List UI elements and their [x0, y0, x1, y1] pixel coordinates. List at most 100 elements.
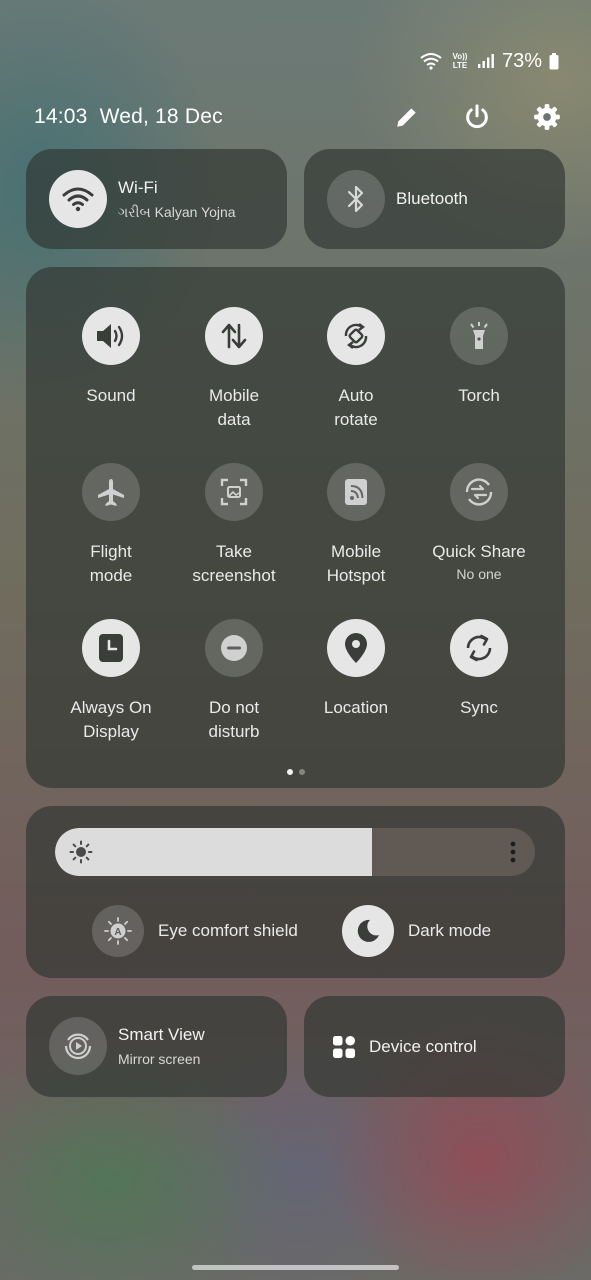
hotspot-icon — [345, 479, 367, 505]
smart-view-sublabel: Mirror screen — [118, 1051, 201, 1067]
dark-mode-button[interactable] — [342, 905, 394, 957]
sound-icon — [97, 324, 124, 348]
do-not-disturb-icon — [221, 635, 247, 661]
pencil-icon — [397, 108, 416, 127]
torch-icon — [470, 322, 488, 349]
tile-label: Mobile data — [208, 386, 260, 429]
tile-label: Sound — [86, 386, 136, 405]
smart-view-label: Smart View — [118, 1025, 205, 1044]
tile-auto-rotate[interactable]: Auto rotate — [296, 307, 416, 432]
tile-flight-mode[interactable]: Flight mode — [51, 463, 171, 588]
dark-mode-label: Dark mode — [408, 921, 492, 940]
smart-view-card[interactable]: Smart View Mirror screen — [26, 996, 287, 1097]
date-text: Wed, 18 Dec — [99, 105, 223, 128]
panel-header: 14:03 Wed, 18 Dec — [34, 101, 561, 133]
sync-toggle[interactable] — [450, 619, 508, 677]
always-on-display-toggle[interactable] — [82, 619, 140, 677]
device-control-label: Device control — [369, 1036, 477, 1056]
wifi-network-name: ગરીબ Kalyan Yojna — [118, 203, 236, 220]
bluetooth-toggle-button[interactable] — [327, 170, 385, 228]
tile-location[interactable]: Location — [296, 619, 416, 720]
location-icon — [345, 633, 367, 663]
quick-settings-grid: Sound Mobile data Auto rotate Torch Flig… — [26, 267, 565, 788]
mobile-data-toggle[interactable] — [205, 307, 263, 365]
page-dot[interactable] — [298, 769, 305, 775]
tile-sublabel: No one — [456, 566, 502, 582]
location-toggle[interactable] — [327, 619, 385, 677]
tile-label: Do not disturb — [208, 698, 260, 741]
device-control-icon — [333, 1035, 355, 1058]
torch-toggle[interactable] — [450, 307, 508, 365]
quick-share-icon — [465, 478, 493, 506]
bluetooth-icon — [347, 185, 364, 213]
wifi-label: Wi-Fi — [118, 177, 158, 197]
brightness-sun-icon — [69, 840, 93, 864]
tile-label: Mobile Hotspot — [326, 542, 386, 585]
date-time: 14:03 Wed, 18 Dec — [34, 105, 223, 129]
tile-label: Sync — [460, 698, 498, 717]
tile-sync[interactable]: Sync — [419, 619, 539, 720]
tile-take-screenshot[interactable]: Take screenshot — [174, 463, 294, 588]
sync-icon — [466, 634, 492, 662]
page-dot-active[interactable] — [286, 769, 293, 775]
mobile-hotspot-toggle[interactable] — [327, 463, 385, 521]
home-indicator[interactable] — [192, 1265, 399, 1270]
tile-label: Always On Display — [70, 698, 152, 741]
signal-icon — [477, 54, 494, 68]
tile-label: Flight mode — [89, 542, 133, 585]
do-not-disturb-toggle[interactable] — [205, 619, 263, 677]
tile-label: Location — [323, 698, 389, 717]
airplane-icon — [98, 479, 124, 506]
auto-rotate-toggle[interactable] — [327, 307, 385, 365]
smart-view-button[interactable] — [49, 1017, 107, 1075]
screenshot-icon — [220, 478, 248, 506]
clock-time: 14:03 — [34, 105, 88, 128]
battery-icon — [549, 52, 559, 69]
power-button[interactable] — [463, 103, 491, 131]
flight-mode-toggle[interactable] — [82, 463, 140, 521]
page-indicator — [26, 769, 565, 775]
more-options-icon[interactable] — [509, 840, 517, 864]
brightness-slider[interactable] — [55, 828, 535, 876]
tile-torch[interactable]: Torch — [419, 307, 539, 408]
tile-label: Quick Share — [432, 542, 526, 561]
status-bar: Vo)) LTE 73% — [419, 46, 559, 76]
settings-button[interactable] — [533, 103, 561, 131]
svg-text:A: A — [114, 927, 121, 938]
bluetooth-toggle-card[interactable]: Bluetooth — [304, 149, 565, 249]
volte-icon: Vo)) LTE — [452, 52, 468, 70]
eye-comfort-icon: A — [104, 917, 132, 945]
tile-quick-share[interactable]: Quick Share No one — [419, 463, 539, 582]
quick-share-toggle[interactable] — [450, 463, 508, 521]
wifi-icon — [62, 187, 94, 212]
auto-rotate-icon — [344, 323, 368, 349]
eye-comfort-shield-toggle[interactable]: A Eye comfort shield — [92, 904, 298, 958]
power-icon — [466, 104, 488, 129]
eye-comfort-label: Eye comfort shield — [158, 921, 298, 940]
dark-mode-toggle[interactable]: Dark mode — [342, 904, 491, 958]
brightness-card: A Eye comfort shield Dark mode — [26, 806, 565, 978]
svg-text:Vo)): Vo)) — [452, 52, 467, 61]
tile-label: Take screenshot — [192, 542, 276, 585]
edit-button[interactable] — [393, 103, 421, 131]
moon-icon — [357, 919, 379, 942]
svg-text:LTE: LTE — [453, 61, 468, 70]
eye-comfort-button[interactable]: A — [92, 905, 144, 957]
tile-do-not-disturb[interactable]: Do not disturb — [174, 619, 294, 744]
wifi-status-icon — [420, 53, 442, 70]
tile-sound[interactable]: Sound — [51, 307, 171, 408]
tile-mobile-hotspot[interactable]: Mobile Hotspot — [296, 463, 416, 588]
always-on-display-icon — [99, 634, 123, 662]
tile-always-on-display[interactable]: Always On Display — [51, 619, 171, 744]
tile-label: Auto rotate — [334, 386, 378, 429]
brightness-fill — [55, 828, 372, 876]
take-screenshot-button[interactable] — [205, 463, 263, 521]
battery-percent: 73% — [501, 49, 542, 72]
wifi-toggle-button[interactable] — [49, 170, 107, 228]
tile-label: Torch — [458, 386, 500, 405]
wifi-toggle-card[interactable]: Wi-Fi ગરીબ Kalyan Yojna — [26, 149, 287, 249]
sound-toggle[interactable] — [82, 307, 140, 365]
device-control-card[interactable]: Device control — [304, 996, 565, 1097]
mobile-data-icon — [221, 323, 247, 349]
tile-mobile-data[interactable]: Mobile data — [174, 307, 294, 432]
